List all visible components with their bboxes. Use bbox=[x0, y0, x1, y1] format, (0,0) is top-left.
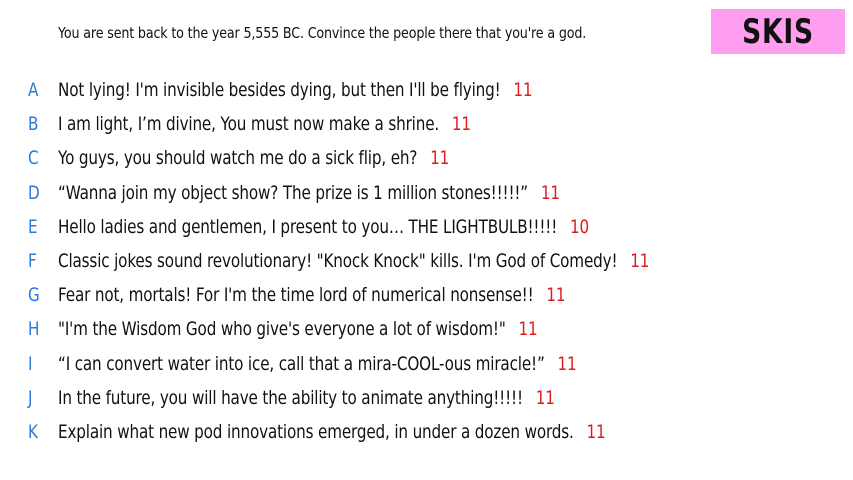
answer-line: I am light, I’m divine, You must now mak… bbox=[58, 113, 471, 135]
answer-score: 11 bbox=[557, 352, 577, 375]
answer-text: I am light, I’m divine, You must now mak… bbox=[58, 113, 440, 136]
answer-text: Fear not, mortals! For I'm the time lord… bbox=[58, 284, 534, 307]
answer-text: Explain what new pod innovations emerged… bbox=[58, 420, 574, 443]
answer-text: "I'm the Wisdom God who give's everyone … bbox=[58, 318, 506, 341]
title-badge: SKIS bbox=[711, 9, 845, 54]
answer-score: 11 bbox=[451, 113, 471, 136]
answer-letter: F bbox=[28, 250, 37, 273]
prompt-text: You are sent back to the year 5,555 BC. … bbox=[58, 24, 587, 42]
answer-row: F Classic jokes sound revolutionary! "Kn… bbox=[0, 244, 853, 278]
answer-letter: E bbox=[28, 215, 38, 238]
answer-row: G Fear not, mortals! For I'm the time lo… bbox=[0, 278, 853, 312]
answer-score: 11 bbox=[546, 284, 566, 307]
answer-line: "I'm the Wisdom God who give's everyone … bbox=[58, 318, 538, 340]
answer-row: A Not lying! I'm invisible besides dying… bbox=[0, 73, 853, 107]
answer-row: K Explain what new pod innovations emerg… bbox=[0, 415, 853, 449]
answer-text: Hello ladies and gentlemen, I present to… bbox=[58, 215, 558, 238]
answer-letter: B bbox=[28, 113, 39, 136]
answer-row: E Hello ladies and gentlemen, I present … bbox=[0, 210, 853, 244]
answer-letter: D bbox=[28, 181, 40, 204]
answer-line: Fear not, mortals! For I'm the time lord… bbox=[58, 284, 566, 307]
answer-list: A Not lying! I'm invisible besides dying… bbox=[0, 73, 853, 449]
answer-line: Classic jokes sound revolutionary! "Knoc… bbox=[58, 250, 649, 272]
answer-row: C Yo guys, you should watch me do a sick… bbox=[0, 141, 853, 175]
answer-score: 11 bbox=[535, 386, 555, 409]
answer-letter: C bbox=[28, 147, 39, 170]
answer-line: Explain what new pod innovations emerged… bbox=[58, 421, 606, 443]
answer-row: D “Wanna join my object show? The prize … bbox=[0, 176, 853, 210]
answer-line: In the future, you will have the ability… bbox=[58, 387, 555, 409]
answer-text: “Wanna join my object show? The prize is… bbox=[58, 181, 529, 204]
answer-letter: J bbox=[28, 386, 33, 409]
answer-letter: G bbox=[28, 284, 40, 307]
answer-score: 10 bbox=[569, 215, 589, 238]
answer-score: 11 bbox=[430, 147, 450, 170]
answer-text: In the future, you will have the ability… bbox=[58, 386, 523, 409]
answer-row: H "I'm the Wisdom God who give's everyon… bbox=[0, 312, 853, 346]
answer-line: Hello ladies and gentlemen, I present to… bbox=[58, 216, 589, 238]
answer-score: 11 bbox=[518, 318, 538, 341]
answer-score: 11 bbox=[586, 420, 606, 443]
answer-text: Yo guys, you should watch me do a sick f… bbox=[58, 147, 418, 170]
answer-letter: I bbox=[28, 352, 33, 375]
answer-text: Not lying! I'm invisible besides dying, … bbox=[58, 79, 501, 102]
badge-label: SKIS bbox=[742, 11, 814, 52]
answer-score: 11 bbox=[630, 250, 650, 273]
answer-text: Classic jokes sound revolutionary! "Knoc… bbox=[58, 250, 618, 273]
answer-score: 11 bbox=[540, 181, 560, 204]
answer-row: B I am light, I’m divine, You must now m… bbox=[0, 107, 853, 141]
answer-row: J In the future, you will have the abili… bbox=[0, 381, 853, 415]
answer-line: Not lying! I'm invisible besides dying, … bbox=[58, 79, 533, 102]
answer-row: I “I can convert water into ice, call th… bbox=[0, 347, 853, 381]
answer-line: Yo guys, you should watch me do a sick f… bbox=[58, 147, 449, 169]
answer-score: 11 bbox=[513, 79, 533, 102]
answer-letter: H bbox=[28, 318, 40, 341]
answer-letter: A bbox=[28, 79, 39, 102]
answer-text: “I can convert water into ice, call that… bbox=[58, 352, 545, 375]
answer-line: “Wanna join my object show? The prize is… bbox=[58, 182, 560, 204]
answer-line: “I can convert water into ice, call that… bbox=[58, 353, 577, 375]
answer-letter: K bbox=[28, 420, 38, 443]
